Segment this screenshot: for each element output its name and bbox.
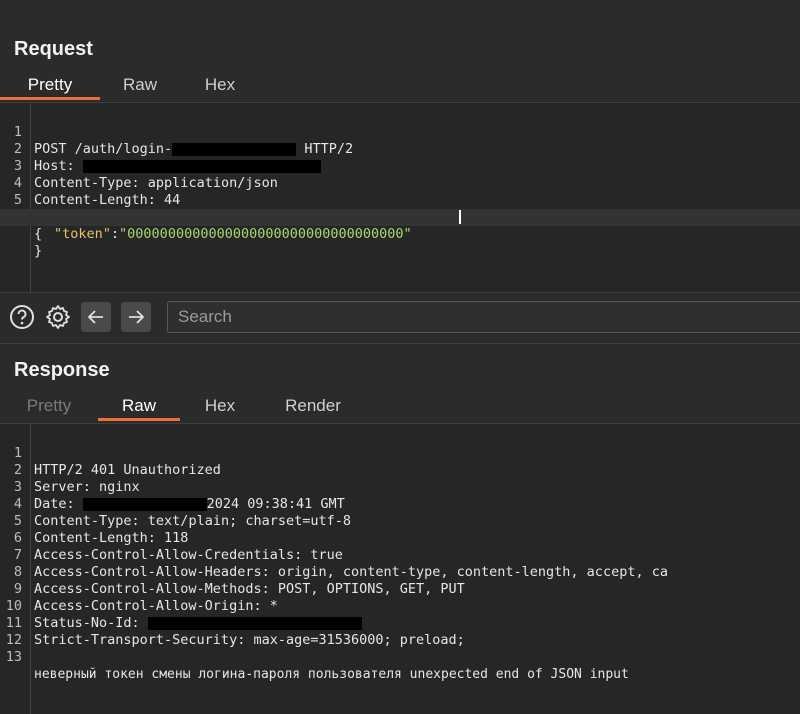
response-tabs: Pretty Raw Hex Render [0,391,800,423]
tab-request-raw[interactable]: Raw [100,70,180,100]
response-line: 5 Content-Length: 118 [13,513,189,546]
response-line: 4 Content-Type: text/plain; charset=utf-… [13,496,351,529]
tab-request-hex[interactable]: Hex [180,70,260,100]
tab-request-pretty[interactable]: Pretty [0,70,100,100]
response-line: 10 Status-No-Id: [0,581,800,631]
response-line: 1 HTTP/2 401 Unauthorized [13,445,221,478]
response-line: 9 Access-Control-Allow-Origin: * [13,581,278,614]
response-line: 11 Strict-Transport-Security: max-age=31… [5,615,465,648]
request-line: 3 Content-Type: application/json [13,158,278,191]
response-line: 12 [5,632,22,648]
request-line-current: "token":"0000000000000000000000000000000… [0,209,800,242]
request-line: 4 Content-Length: 44 [13,175,181,208]
tab-response-pretty[interactable]: Pretty [0,391,98,421]
response-line: 2 Server: nginx [13,462,140,495]
response-line: 7 Access-Control-Allow-Headers: origin, … [13,547,668,580]
help-icon[interactable] [7,302,37,332]
response-line: 6 Access-Control-Allow-Credentials: true [13,530,343,563]
response-line: 13 неверный токен смены логина-пароля по… [5,649,629,682]
text-caret [459,210,461,224]
arrow-right-icon[interactable] [121,302,151,332]
tab-response-hex[interactable]: Hex [180,391,260,421]
response-body: неверный токен смены логина-пароля польз… [34,667,629,682]
response-line: 8 Access-Control-Allow-Methods: POST, OP… [13,564,465,597]
arrow-left-icon[interactable] [81,302,111,332]
request-editor[interactable]: 1 POST /auth/login- HTTP/2 2 Host: 3 Con… [0,102,800,293]
tab-response-render[interactable]: Render [260,391,366,421]
request-line: 5 [13,192,22,208]
request-title: Request [14,38,93,60]
response-line: 3 Date: 2024 09:38:41 GMT [13,479,345,512]
search-toolbar [0,292,800,344]
request-line: 2 Host: [0,124,800,174]
request-tabs: Pretty Raw Hex [0,70,800,102]
tab-response-raw[interactable]: Raw [98,391,180,421]
search-input[interactable] [167,301,800,333]
gear-icon[interactable] [43,302,73,332]
request-line: } [34,243,43,259]
response-editor[interactable]: 1 HTTP/2 401 Unauthorized 2 Server: ngin… [0,423,800,714]
response-title: Response [14,359,110,381]
request-line: 1 POST /auth/login- HTTP/2 [13,124,354,157]
request-line: 6 { [14,209,43,242]
